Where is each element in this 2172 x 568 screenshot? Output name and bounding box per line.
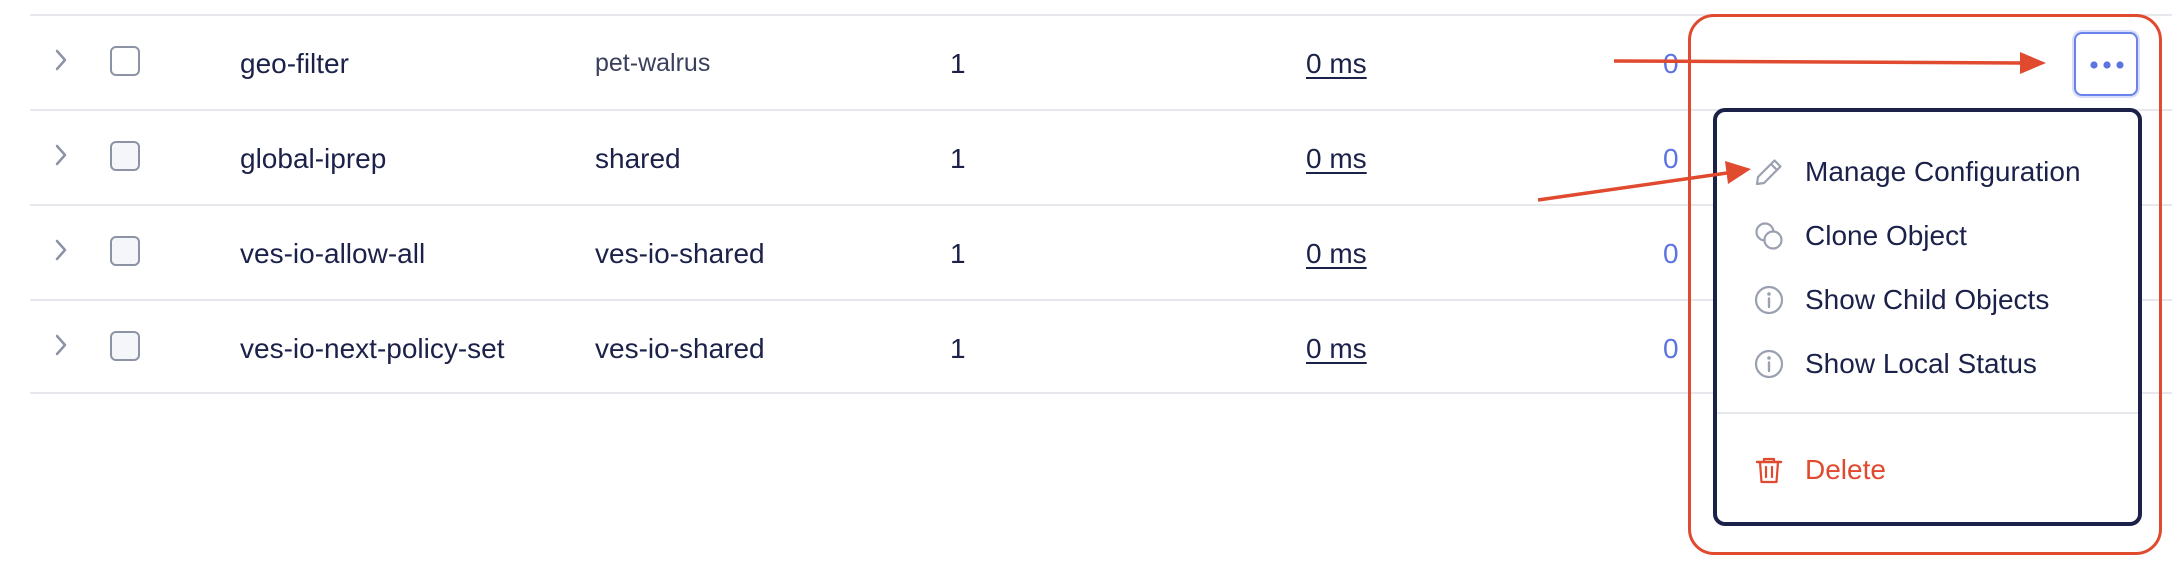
row-checkbox[interactable] (110, 236, 140, 266)
row-name: global-iprep (240, 143, 387, 174)
row-namespace: pet-walrus (595, 49, 711, 77)
row-name: geo-filter (240, 48, 349, 79)
menu-item-label: Show Child Objects (1805, 284, 2050, 315)
menu-item-label: Show Local Status (1805, 348, 2037, 379)
menu-item-show-local-status[interactable]: Show Local Status (1753, 339, 2037, 389)
more-horizontal-icon (2090, 61, 2124, 69)
pencil-icon (1755, 159, 1782, 186)
row-checkbox[interactable] (110, 331, 140, 361)
row-checkbox[interactable] (110, 141, 140, 171)
row-count-link[interactable]: 0 (1663, 111, 1679, 206)
chevron-right-icon[interactable] (54, 238, 68, 262)
row-name: ves-io-next-policy-set (240, 333, 505, 364)
row-count-link[interactable]: 0 (1663, 301, 1679, 396)
clone-icon (1755, 222, 1783, 250)
chevron-right-icon[interactable] (54, 143, 68, 167)
row-count-link[interactable]: 0 (1663, 206, 1679, 301)
row-namespace: ves-io-shared (595, 238, 765, 269)
menu-item-label: Delete (1805, 454, 1886, 485)
row-actions-menu: Manage Configuration Clone Object Show C… (1713, 108, 2142, 526)
chevron-right-icon[interactable] (54, 333, 68, 357)
trash-icon (1755, 457, 1783, 484)
row-count-link[interactable]: 0 (1663, 16, 1679, 111)
row-namespace: shared (595, 143, 681, 174)
row-version: 1 (950, 238, 966, 269)
menu-item-clone-object[interactable]: Clone Object (1753, 211, 1967, 261)
row-latency-link[interactable]: 0 ms (1306, 16, 1367, 111)
info-icon (1754, 349, 1784, 379)
row-actions-button[interactable] (2074, 32, 2138, 96)
row-checkbox[interactable] (110, 46, 140, 76)
menu-item-delete[interactable]: Delete (1753, 445, 1886, 495)
chevron-right-icon[interactable] (54, 48, 68, 72)
menu-item-manage-configuration[interactable]: Manage Configuration (1753, 147, 2081, 197)
row-latency-link[interactable]: 0 ms (1306, 301, 1367, 396)
info-icon (1754, 285, 1784, 315)
menu-item-show-child-objects[interactable]: Show Child Objects (1753, 275, 2049, 325)
row-namespace: ves-io-shared (595, 333, 765, 364)
menu-item-label: Manage Configuration (1805, 156, 2081, 187)
row-name: ves-io-allow-all (240, 238, 426, 269)
row-version: 1 (950, 48, 966, 79)
row-version: 1 (950, 143, 966, 174)
menu-item-label: Clone Object (1805, 220, 1967, 251)
row-version: 1 (950, 333, 966, 364)
menu-divider (1717, 412, 2138, 414)
row-latency-link[interactable]: 0 ms (1306, 206, 1367, 301)
row-latency-link[interactable]: 0 ms (1306, 111, 1367, 206)
